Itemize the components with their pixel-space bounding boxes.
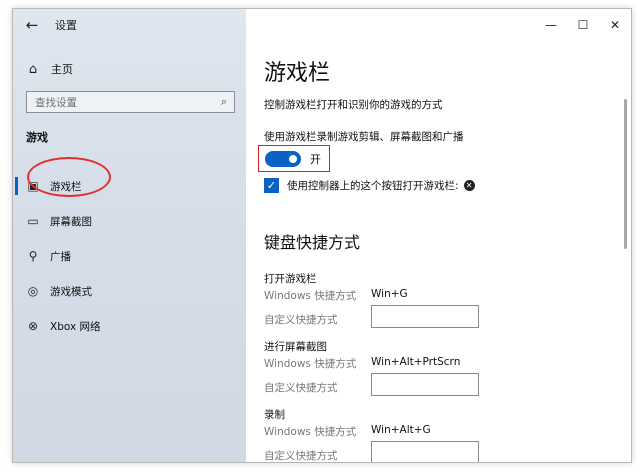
windows-shortcut-label: Windows 快捷方式 [264, 290, 357, 302]
game-mode-icon: ◎ [27, 284, 39, 298]
custom-shortcut-input[interactable] [371, 373, 479, 396]
home-icon: ⌂ [28, 61, 38, 77]
shortcut-group-label: 进行屏幕截图 [264, 341, 327, 353]
back-arrow-icon: ← [25, 16, 39, 34]
maximize-icon: ☐ [577, 18, 589, 32]
custom-shortcut-label: 自定义快捷方式 [264, 382, 338, 394]
red-highlight-ellipse [27, 157, 111, 197]
sidebar-item-label: Xbox 网络 [50, 320, 101, 333]
main-content: — ☐ ✕ 游戏栏 控制游戏栏打开和识别你的游戏的方式 使用游戏栏录制游戏剪辑、… [246, 9, 631, 462]
settings-window: ← 设置 ⌂ 主页 查找设置 ⌕ 游戏 ▣ 游戏栏 ▭ 屏幕截图 ⚲ 广播 ◎ … [12, 8, 632, 463]
record-toggle[interactable] [265, 150, 301, 167]
sidebar-item-label: 游戏模式 [50, 285, 92, 298]
scrollbar[interactable] [624, 99, 627, 249]
toggle-knob [289, 154, 297, 163]
maximize-button[interactable]: ☐ [567, 9, 599, 41]
sidebar-item-screenshot[interactable]: ▭ 屏幕截图 [13, 209, 246, 233]
windows-shortcut-label: Windows 快捷方式 [264, 358, 357, 370]
sidebar-item-label: 屏幕截图 [50, 215, 92, 228]
windows-shortcut-value: Win+G [371, 288, 408, 300]
window-controls: — ☐ ✕ [535, 9, 631, 41]
close-button[interactable]: ✕ [599, 9, 631, 41]
shortcut-group-label: 打开游戏栏 [264, 273, 317, 285]
sidebar-item-game-mode[interactable]: ◎ 游戏模式 [13, 279, 246, 303]
close-icon: ✕ [609, 18, 621, 32]
sidebar-item-broadcast[interactable]: ⚲ 广播 [13, 244, 246, 268]
title-bar: ← 设置 [13, 9, 246, 41]
back-button[interactable]: ← [13, 9, 51, 41]
controller-checkbox[interactable]: ✓ [264, 177, 279, 193]
minimize-button[interactable]: — [535, 9, 567, 41]
page-description: 控制游戏栏打开和识别你的游戏的方式 [264, 99, 443, 111]
keyboard-shortcuts-title: 键盘快捷方式 [264, 233, 361, 252]
controller-checkbox-label: 使用控制器上的这个按钮打开游戏栏: [287, 179, 459, 192]
custom-shortcut-label: 自定义快捷方式 [264, 450, 338, 462]
windows-shortcut-label: Windows 快捷方式 [264, 426, 357, 438]
nav-home-label: 主页 [51, 63, 73, 76]
custom-shortcut-input[interactable] [371, 305, 479, 328]
windows-shortcut-value: Win+Alt+PrtScrn [371, 356, 461, 368]
custom-shortcut-input[interactable] [371, 441, 479, 462]
shortcut-group-label: 录制 [264, 409, 285, 421]
nav-home[interactable]: ⌂ 主页 [25, 59, 73, 79]
sidebar-item-label: 广播 [50, 250, 71, 263]
sidebar: ← 设置 ⌂ 主页 查找设置 ⌕ 游戏 ▣ 游戏栏 ▭ 屏幕截图 ⚲ 广播 ◎ … [13, 9, 246, 462]
window-title: 设置 [55, 19, 77, 32]
xbox-icon: ⊗ [27, 319, 39, 333]
toggle-state-label: 开 [310, 152, 321, 166]
section-label: 游戏 [26, 131, 48, 144]
search-placeholder: 查找设置 [35, 96, 77, 109]
sidebar-item-xbox-network[interactable]: ⊗ Xbox 网络 [13, 314, 246, 338]
red-highlight-box: 开 [258, 145, 330, 172]
record-setting-label: 使用游戏栏录制游戏剪辑、屏幕截图和广播 [264, 131, 464, 143]
selected-indicator [15, 177, 18, 195]
screenshot-icon: ▭ [27, 214, 39, 228]
xbox-button-icon: ✕ [463, 179, 475, 191]
search-icon[interactable]: ⌕ [214, 95, 234, 109]
custom-shortcut-label: 自定义快捷方式 [264, 314, 338, 326]
search-input[interactable]: 查找设置 ⌕ [26, 91, 235, 113]
controller-checkbox-row: ✓ 使用控制器上的这个按钮打开游戏栏: ✕ [264, 177, 475, 193]
page-title: 游戏栏 [264, 61, 331, 86]
windows-shortcut-value: Win+Alt+G [371, 424, 431, 436]
minimize-icon: — [545, 18, 557, 32]
broadcast-icon: ⚲ [28, 249, 38, 263]
